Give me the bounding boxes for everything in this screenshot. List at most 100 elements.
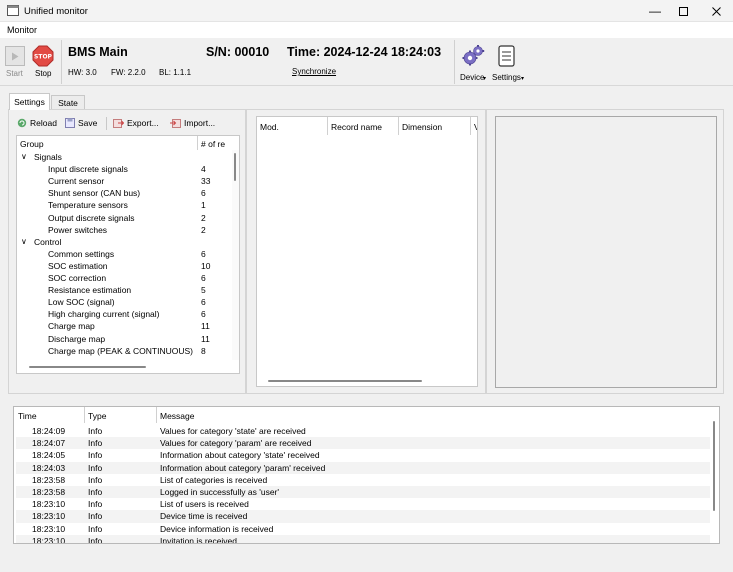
title-bar: Unified monitor —	[0, 0, 733, 22]
menu-monitor[interactable]: Monitor	[7, 25, 37, 35]
tree-row-label: Shunt sensor (CAN bus)	[48, 188, 141, 199]
minimize-icon: —	[649, 4, 661, 18]
log-type: Info	[88, 426, 103, 436]
play-icon	[12, 52, 19, 60]
tree-row-count: 6	[201, 309, 206, 320]
log-vertical-scrollbar[interactable]	[711, 419, 719, 539]
tab-settings[interactable]: Settings	[9, 93, 50, 110]
log-type: Info	[88, 487, 103, 497]
tree-item-row[interactable]: Output discrete signals 2	[17, 213, 231, 225]
dimension-column-header[interactable]: Dimension	[402, 122, 442, 132]
device-menu-button[interactable]: Device ▾	[458, 42, 488, 84]
log-message: Invitation is received	[160, 535, 238, 544]
tree-item-row[interactable]: SOC estimation 10	[17, 261, 231, 273]
chevron-down-icon[interactable]: ∨	[21, 152, 27, 161]
log-row[interactable]: 18:24:03 Info Information about category '…	[16, 461, 710, 474]
tree-row-label: High charging current (signal)	[48, 309, 160, 320]
tree-item-row[interactable]: Common settings 6	[17, 249, 231, 261]
tree-group-row[interactable]: ∨ Signals	[17, 152, 231, 164]
log-list[interactable]: Time Type Message 18:24:09 Info Values for…	[13, 406, 720, 544]
log-type: Info	[88, 535, 103, 544]
log-message: Device time is received	[160, 511, 248, 522]
tree-row-label: Common settings	[48, 248, 115, 259]
settings-label: Settings	[492, 73, 521, 82]
save-label: Save	[78, 118, 98, 128]
settings-panel: Reload Save Export... Import... Group # …	[8, 109, 246, 394]
tree-item-row[interactable]: Low SOC (signal) 6	[17, 297, 231, 309]
group-column-header[interactable]: Group	[20, 139, 44, 149]
column-divider	[156, 407, 157, 423]
save-button[interactable]: Save	[65, 118, 97, 128]
tree-horizontal-scroll-thumb[interactable]	[29, 366, 146, 368]
stop-sign-icon: STOP	[32, 45, 54, 67]
tree-item-row[interactable]: Temperature sensors 1	[17, 200, 231, 212]
export-icon	[113, 119, 124, 128]
log-row[interactable]: 18:23:10 Info Device information is receiv…	[16, 523, 710, 535]
log-vertical-scroll-thumb[interactable]	[713, 421, 715, 511]
stop-button[interactable]: STOP	[32, 45, 54, 67]
export-button[interactable]: Export...	[113, 118, 159, 128]
tree-item-row[interactable]: Charge map 11	[17, 321, 231, 333]
toolbar-separator	[454, 40, 455, 84]
tree-item-row[interactable]: Shunt sensor (CAN bus) 6	[17, 188, 231, 200]
fw-version: FW: 2.2.0	[111, 68, 146, 77]
settings-menu-button[interactable]: Settings ▾	[490, 42, 526, 84]
log-row[interactable]: 18:23:10 Info Device time is received	[16, 510, 710, 523]
records-panel: Mod. Record name Dimension V	[246, 109, 486, 394]
import-button[interactable]: Import...	[170, 118, 215, 128]
type-column-header[interactable]: Type	[88, 411, 106, 421]
log-row[interactable]: 18:23:58 Info Logged in successfully as 'u…	[16, 486, 710, 499]
tree-row-label: Control	[34, 236, 62, 247]
tree-group-row[interactable]: ∨ Control	[17, 237, 231, 249]
mod-column-header[interactable]: Mod.	[260, 122, 279, 132]
tree-item-row[interactable]: High charging current (signal) 6	[17, 309, 231, 321]
stop-label: Stop	[35, 69, 52, 78]
tree-vertical-scrollbar[interactable]	[232, 150, 239, 360]
chevron-down-icon[interactable]: ∨	[21, 237, 27, 246]
tree-row-count: 6	[201, 248, 206, 259]
message-column-header[interactable]: Message	[160, 411, 195, 421]
time-column-header[interactable]: Time	[18, 411, 37, 421]
log-row[interactable]: 18:24:09 Info Values for category 'state' …	[16, 425, 710, 437]
start-button[interactable]	[5, 46, 25, 66]
tree-item-row[interactable]: Current sensor 33	[17, 176, 231, 188]
tree-item-row[interactable]: Power switches 2	[17, 225, 231, 237]
reload-button[interactable]: Reload	[17, 118, 57, 128]
tree-item-row[interactable]: SOC correction 6	[17, 273, 231, 285]
log-message: Values for category 'state' are received	[160, 426, 306, 436]
log-row[interactable]: 18:23:10 Info List of users is received	[16, 498, 710, 510]
device-label: Device	[460, 73, 485, 82]
tree-vertical-scroll-thumb[interactable]	[234, 153, 236, 181]
log-row[interactable]: 18:24:05 Info Information about category '…	[16, 449, 710, 461]
device-name: BMS Main	[68, 45, 128, 59]
log-time: 18:24:07	[32, 438, 66, 449]
log-message: Information about category 'state' recei…	[160, 450, 320, 461]
tree-row-count: 2	[201, 224, 206, 235]
log-row[interactable]: 18:23:10 Info Invitation is received	[16, 534, 710, 544]
minimize-button[interactable]: —	[640, 0, 670, 22]
tree-item-row[interactable]: Input discrete signals 4	[17, 164, 231, 176]
record-name-column-header[interactable]: Record name	[331, 122, 382, 132]
log-type: Info	[88, 462, 103, 473]
value-column-header[interactable]: V	[474, 122, 477, 132]
records-horizontal-scroll-thumb[interactable]	[268, 380, 422, 382]
tree-horizontal-scrollbar[interactable]	[17, 362, 239, 373]
column-divider	[470, 117, 471, 135]
app-icon	[7, 5, 19, 16]
maximize-icon	[678, 6, 688, 16]
log-time: 18:23:58	[32, 487, 66, 497]
records-list[interactable]: Mod. Record name Dimension V	[256, 116, 478, 387]
group-tree[interactable]: Group # of re ∨ Signals Input discrete sig…	[16, 135, 240, 374]
tree-item-row[interactable]: Resistance estimation 5	[17, 285, 231, 297]
tab-state[interactable]: State	[51, 95, 85, 110]
tree-item-row[interactable]: Discharge map 11	[17, 334, 231, 346]
maximize-button[interactable]	[668, 0, 698, 22]
close-button[interactable]	[701, 0, 731, 22]
synchronize-link[interactable]: Synchronize	[292, 67, 336, 76]
tree-item-row[interactable]: Charge map (PEAK & CONTINUOUS) 8	[17, 346, 231, 358]
tree-row-count: 10	[201, 260, 211, 271]
log-row[interactable]: 18:24:07 Info Values for category 'param' …	[16, 437, 710, 450]
log-row[interactable]: 18:23:58 Info List of categories is receiv…	[16, 474, 710, 486]
toolbar-separator	[61, 40, 62, 84]
count-column-header[interactable]: # of re	[201, 139, 225, 149]
